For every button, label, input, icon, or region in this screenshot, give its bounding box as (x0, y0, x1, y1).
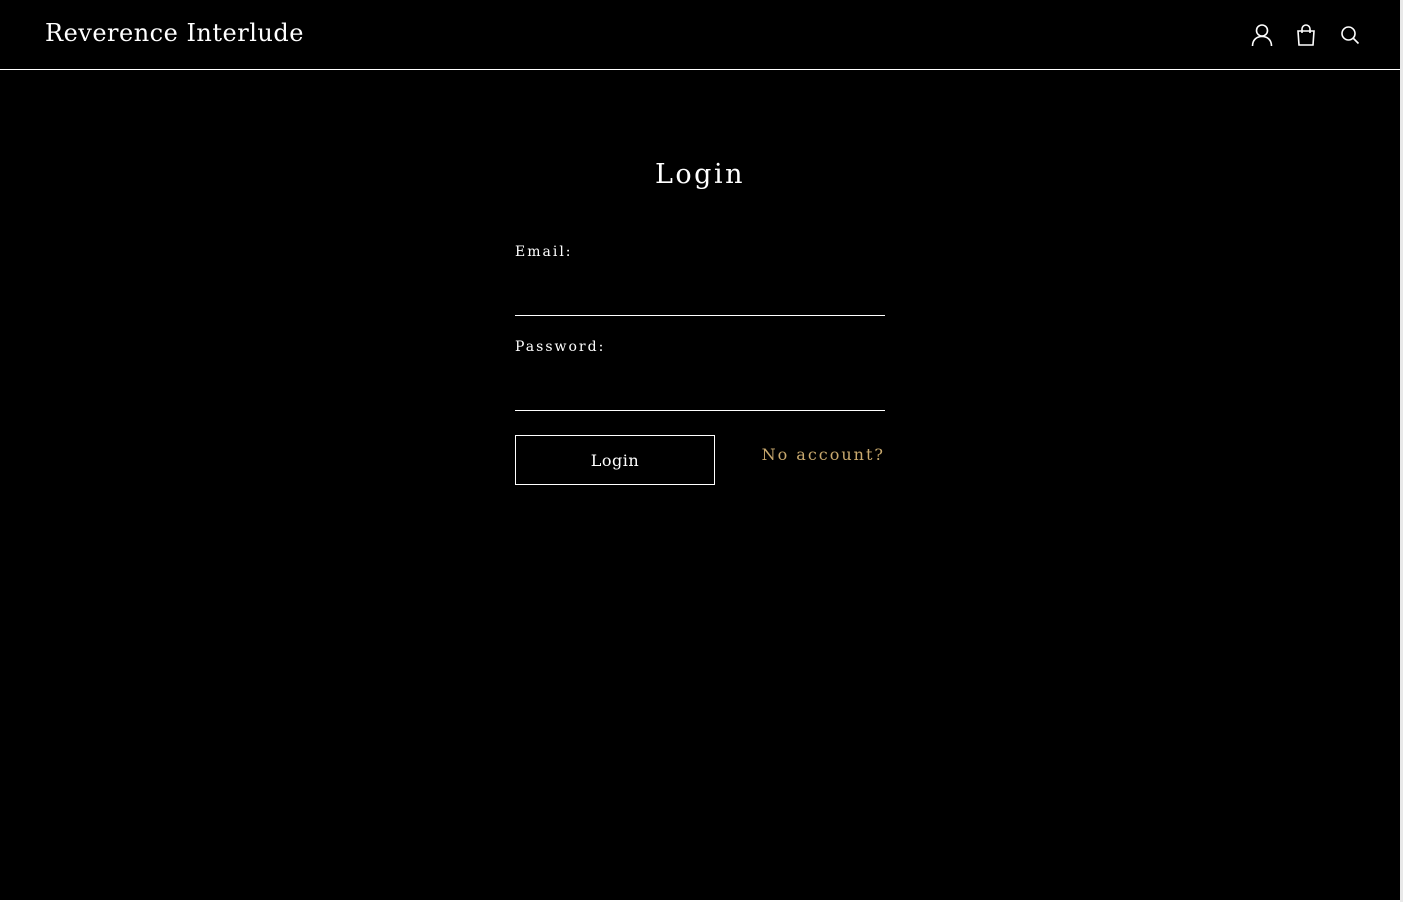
user-icon[interactable] (1250, 22, 1274, 48)
password-field[interactable] (515, 369, 885, 411)
shopping-bag-icon[interactable] (1294, 22, 1318, 48)
search-icon[interactable] (1338, 22, 1362, 48)
page: Reverence Interlude Login Email: Passwor… (0, 0, 1400, 900)
brand-logo[interactable]: Reverence Interlude (45, 17, 304, 49)
email-field[interactable] (515, 274, 885, 316)
login-form: Email: Password: Login No account? (515, 240, 885, 485)
email-label: Email: (515, 244, 573, 260)
header-icons (1250, 22, 1362, 48)
page-title: Login (655, 159, 745, 190)
no-account-link[interactable]: No account? (762, 443, 885, 467)
site-header: Reverence Interlude (0, 0, 1400, 70)
password-label: Password: (515, 339, 606, 355)
form-actions: Login No account? (515, 435, 885, 485)
login-button[interactable]: Login (515, 435, 715, 485)
